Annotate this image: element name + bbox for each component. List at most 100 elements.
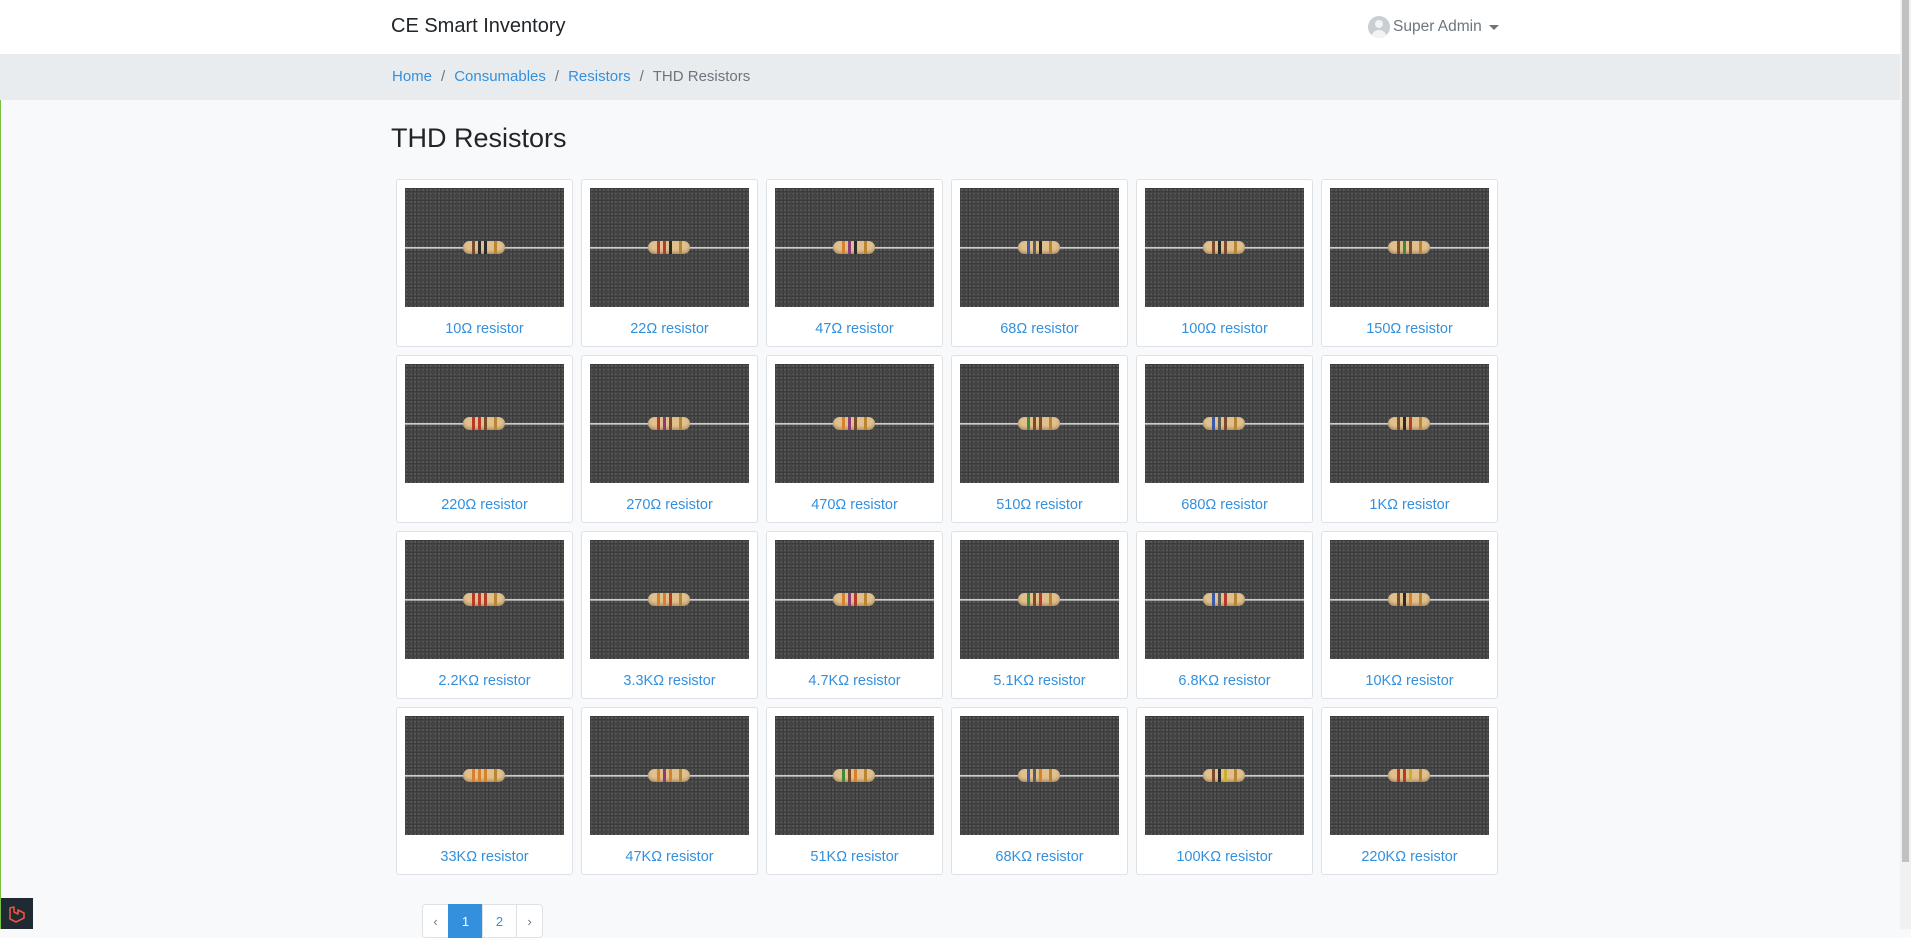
resistor-image[interactable] xyxy=(775,716,934,835)
item-card[interactable]: 33KΩ resistor xyxy=(396,707,573,875)
resistor-image[interactable] xyxy=(1145,540,1304,659)
breadcrumb-separator: / xyxy=(441,68,446,85)
item-link[interactable]: 47Ω resistor xyxy=(767,321,942,337)
color-band xyxy=(1212,417,1215,430)
color-band xyxy=(842,241,845,254)
item-card[interactable]: 22Ω resistor xyxy=(581,179,758,347)
item-card[interactable]: 220Ω resistor xyxy=(396,355,573,523)
resistor-image[interactable] xyxy=(1330,364,1489,483)
pagination-next[interactable]: › xyxy=(516,904,543,938)
resistor-image[interactable] xyxy=(960,540,1119,659)
resistor-image[interactable] xyxy=(1330,716,1489,835)
item-link[interactable]: 100Ω resistor xyxy=(1137,321,1312,337)
scrollbar-thumb[interactable] xyxy=(1902,0,1909,862)
item-link[interactable]: 680Ω resistor xyxy=(1137,497,1312,513)
item-link[interactable]: 33KΩ resistor xyxy=(397,849,572,865)
color-band xyxy=(1212,593,1215,606)
item-card[interactable]: 47KΩ resistor xyxy=(581,707,758,875)
color-band xyxy=(1419,769,1422,782)
item-card[interactable]: 680Ω resistor xyxy=(1136,355,1313,523)
resistor-body xyxy=(833,769,875,782)
resistor-body xyxy=(1203,241,1245,254)
item-card[interactable]: 100Ω resistor xyxy=(1136,179,1313,347)
item-link[interactable]: 68KΩ resistor xyxy=(952,849,1127,865)
item-card[interactable]: 47Ω resistor xyxy=(766,179,943,347)
resistor-image[interactable] xyxy=(405,364,564,483)
breadcrumb-resistors[interactable]: Resistors xyxy=(568,68,631,85)
color-band xyxy=(1419,417,1422,430)
item-link[interactable]: 150Ω resistor xyxy=(1322,321,1497,337)
resistor-image[interactable] xyxy=(405,540,564,659)
item-card[interactable]: 51KΩ resistor xyxy=(766,707,943,875)
pagination-page-2[interactable]: 2 xyxy=(482,904,517,938)
resistor-image[interactable] xyxy=(960,188,1119,307)
brand-link[interactable]: CE Smart Inventory xyxy=(391,15,566,38)
resistor-image[interactable] xyxy=(775,188,934,307)
item-link[interactable]: 470Ω resistor xyxy=(767,497,942,513)
user-menu-toggle[interactable]: Super Admin xyxy=(1368,15,1499,39)
caret-down-icon xyxy=(1488,24,1499,30)
resistor-image[interactable] xyxy=(1145,716,1304,835)
laravel-icon[interactable] xyxy=(1,898,33,929)
resistor-image[interactable] xyxy=(1145,188,1304,307)
color-band xyxy=(848,769,851,782)
item-link[interactable]: 22Ω resistor xyxy=(582,321,757,337)
resistor-image[interactable] xyxy=(590,188,749,307)
item-card[interactable]: 10KΩ resistor xyxy=(1321,531,1498,699)
breadcrumb-consumables[interactable]: Consumables xyxy=(454,68,546,85)
item-card[interactable]: 100KΩ resistor xyxy=(1136,707,1313,875)
item-card[interactable]: 220KΩ resistor xyxy=(1321,707,1498,875)
item-card[interactable]: 4.7KΩ resistor xyxy=(766,531,943,699)
resistor-image[interactable] xyxy=(960,716,1119,835)
item-link[interactable]: 10Ω resistor xyxy=(397,321,572,337)
resistor-image[interactable] xyxy=(775,540,934,659)
color-band xyxy=(657,769,660,782)
item-link[interactable]: 100KΩ resistor xyxy=(1137,849,1312,865)
item-card[interactable]: 68KΩ resistor xyxy=(951,707,1128,875)
item-link[interactable]: 1KΩ resistor xyxy=(1322,497,1497,513)
item-card[interactable]: 5.1KΩ resistor xyxy=(951,531,1128,699)
item-link[interactable]: 510Ω resistor xyxy=(952,497,1127,513)
pagination-prev[interactable]: ‹ xyxy=(422,904,449,938)
item-link[interactable]: 5.1KΩ resistor xyxy=(952,673,1127,689)
item-link[interactable]: 51KΩ resistor xyxy=(767,849,942,865)
resistor-image[interactable] xyxy=(590,716,749,835)
item-link[interactable]: 3.3KΩ resistor xyxy=(582,673,757,689)
color-band xyxy=(494,417,497,430)
color-band xyxy=(494,769,497,782)
item-link[interactable]: 2.2KΩ resistor xyxy=(397,673,572,689)
item-link[interactable]: 6.8KΩ resistor xyxy=(1137,673,1312,689)
item-link[interactable]: 10KΩ resistor xyxy=(1322,673,1497,689)
pagination-page-1[interactable]: 1 xyxy=(448,904,483,938)
resistor-image[interactable] xyxy=(405,188,564,307)
item-link[interactable]: 220KΩ resistor xyxy=(1322,849,1497,865)
resistor-image[interactable] xyxy=(1330,540,1489,659)
resistor-image[interactable] xyxy=(590,540,749,659)
resistor-image[interactable] xyxy=(590,364,749,483)
item-link[interactable]: 68Ω resistor xyxy=(952,321,1127,337)
item-link[interactable]: 47KΩ resistor xyxy=(582,849,757,865)
item-card[interactable]: 150Ω resistor xyxy=(1321,179,1498,347)
item-card[interactable]: 6.8KΩ resistor xyxy=(1136,531,1313,699)
item-card[interactable]: 10Ω resistor xyxy=(396,179,573,347)
item-card[interactable]: 68Ω resistor xyxy=(951,179,1128,347)
resistor-image[interactable] xyxy=(405,716,564,835)
resistor-image[interactable] xyxy=(960,364,1119,483)
item-card[interactable]: 470Ω resistor xyxy=(766,355,943,523)
item-card[interactable]: 270Ω resistor xyxy=(581,355,758,523)
resistor-body xyxy=(1388,241,1430,254)
page-scrollbar[interactable] xyxy=(1900,0,1911,929)
item-card[interactable]: 2.2KΩ resistor xyxy=(396,531,573,699)
item-link[interactable]: 4.7KΩ resistor xyxy=(767,673,942,689)
color-band xyxy=(1049,769,1052,782)
item-link[interactable]: 220Ω resistor xyxy=(397,497,572,513)
resistor-image[interactable] xyxy=(775,364,934,483)
resistor-image[interactable] xyxy=(1330,188,1489,307)
item-card[interactable]: 510Ω resistor xyxy=(951,355,1128,523)
item-link[interactable]: 270Ω resistor xyxy=(582,497,757,513)
color-band xyxy=(1224,593,1227,606)
resistor-image[interactable] xyxy=(1145,364,1304,483)
breadcrumb-home[interactable]: Home xyxy=(392,68,432,85)
item-card[interactable]: 1KΩ resistor xyxy=(1321,355,1498,523)
item-card[interactable]: 3.3KΩ resistor xyxy=(581,531,758,699)
